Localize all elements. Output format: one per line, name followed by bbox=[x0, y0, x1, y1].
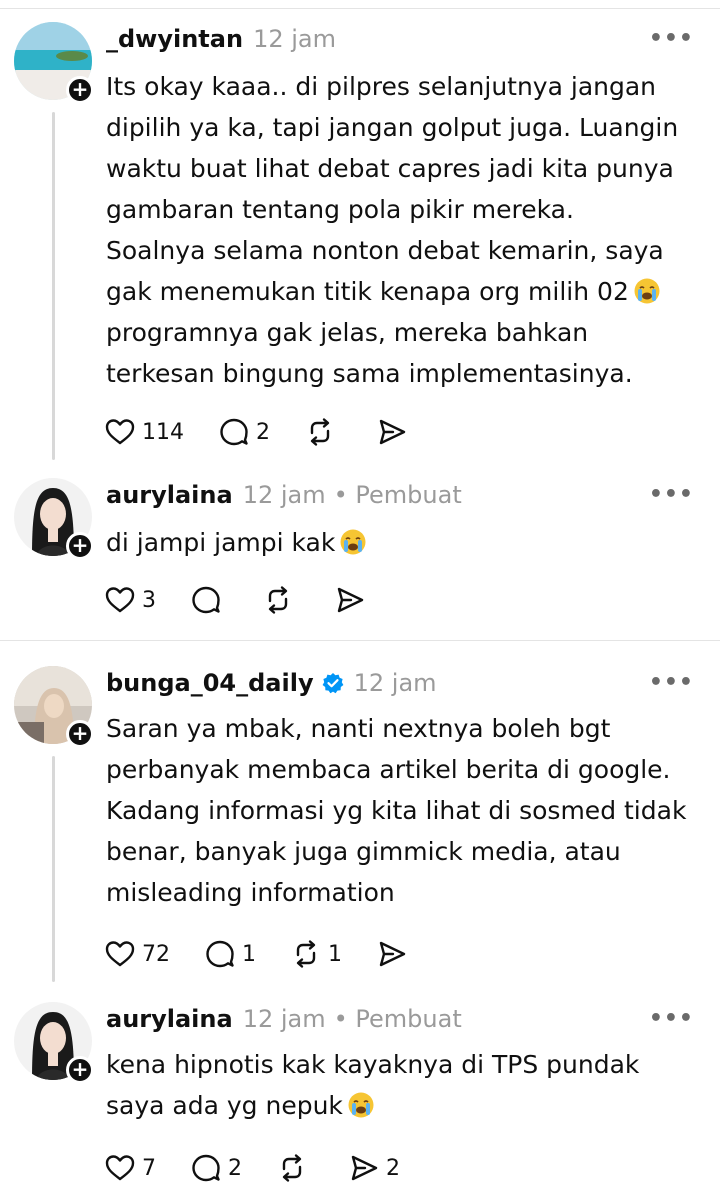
more-options-button[interactable]: ••• bbox=[649, 482, 694, 507]
timestamp: 12 jam bbox=[353, 669, 437, 697]
comment-body: kena hipnotis kak kayaknya di TPS pundak… bbox=[106, 1044, 706, 1126]
reply-button[interactable] bbox=[190, 584, 228, 616]
like-count: 72 bbox=[142, 941, 170, 967]
repost-icon bbox=[296, 940, 316, 968]
text-line-with-emoji: saya ada yg nepuk bbox=[106, 1085, 706, 1126]
username[interactable]: bunga_04_daily bbox=[106, 669, 314, 697]
repost-button[interactable]: 1 bbox=[290, 938, 342, 970]
comment-header: bunga_04_daily 12 jam bbox=[106, 666, 437, 700]
more-options-button[interactable]: ••• bbox=[649, 26, 694, 51]
more-options-button[interactable]: ••• bbox=[649, 670, 694, 695]
reply-button[interactable]: 1 bbox=[204, 938, 256, 970]
text-line: Its okay kaaa.. di pilpres selanjutnya j… bbox=[106, 72, 657, 101]
follow-plus-button[interactable]: + bbox=[66, 720, 94, 748]
username[interactable]: aurylaina bbox=[106, 481, 233, 509]
like-button[interactable]: 72 bbox=[104, 938, 170, 970]
send-icon bbox=[379, 941, 406, 967]
text-line: kena hipnotis kak kayaknya di TPS pundak bbox=[106, 1050, 640, 1079]
text-line: saya ada yg nepuk bbox=[106, 1091, 343, 1120]
action-bar: 72 1 1 bbox=[104, 936, 448, 972]
creator-tag: • Pembuat bbox=[333, 1005, 462, 1033]
heart-icon bbox=[105, 941, 135, 967]
reply-count: 1 bbox=[242, 941, 256, 967]
share-button[interactable] bbox=[376, 938, 414, 970]
share-button[interactable] bbox=[376, 416, 414, 448]
follow-plus-button[interactable]: + bbox=[66, 1056, 94, 1084]
text-line: dipilih ya ka, tapi jangan golput juga. … bbox=[106, 113, 679, 142]
comment-bubble-icon bbox=[192, 586, 220, 614]
top-divider bbox=[0, 8, 720, 9]
send-icon bbox=[351, 1155, 378, 1181]
repost-button[interactable] bbox=[304, 416, 342, 448]
more-options-button[interactable]: ••• bbox=[649, 1006, 694, 1031]
repost-icon bbox=[268, 586, 288, 614]
text-line: di jampi jampi kak bbox=[106, 528, 336, 557]
reply-count: 2 bbox=[256, 419, 270, 445]
text-line: terkesan bingung sama implementasinya. bbox=[106, 359, 633, 388]
thread-line bbox=[52, 756, 55, 982]
repost-button[interactable] bbox=[276, 1152, 314, 1184]
text-line: programnya gak jelas, mereka bahkan bbox=[106, 318, 589, 347]
comment-bubble-icon bbox=[206, 940, 234, 968]
like-button[interactable]: 3 bbox=[104, 584, 156, 616]
verified-badge-icon bbox=[322, 673, 344, 694]
text-line: gak menemukan titik kenapa org milih 02 bbox=[106, 277, 629, 306]
follow-plus-button[interactable]: + bbox=[66, 532, 94, 560]
follow-plus-button[interactable]: + bbox=[66, 76, 94, 104]
text-line: Saran ya mbak, nanti nextnya boleh bgt bbox=[106, 714, 611, 743]
text-line: misleading information bbox=[106, 878, 395, 907]
like-button[interactable]: 114 bbox=[104, 416, 184, 448]
username[interactable]: aurylaina bbox=[106, 1005, 233, 1033]
action-bar: 114 2 bbox=[104, 414, 448, 450]
action-bar: 3 bbox=[104, 582, 406, 618]
like-button[interactable]: 7 bbox=[104, 1152, 156, 1184]
text-line: perbanyak membaca artikel berita di goog… bbox=[106, 755, 671, 784]
username[interactable]: _dwyintan bbox=[106, 25, 243, 53]
comment-bubble-icon bbox=[220, 418, 248, 446]
heart-icon bbox=[105, 587, 135, 613]
text-line: Soalnya selama nonton debat kemarin, say… bbox=[106, 236, 664, 265]
creator-tag: • Pembuat bbox=[333, 481, 462, 509]
comment-header: aurylaina 12 jam • Pembuat bbox=[106, 478, 462, 512]
share-count: 2 bbox=[386, 1155, 400, 1181]
crying-face-icon bbox=[347, 1090, 375, 1118]
comment-header: aurylaina 12 jam • Pembuat bbox=[106, 1002, 462, 1036]
crying-face-icon bbox=[633, 276, 661, 304]
threads-replies-page: + _dwyintan 12 jam ••• Its okay kaaa.. d… bbox=[0, 0, 720, 1203]
timestamp: 12 jam bbox=[253, 25, 336, 53]
comment-header: _dwyintan 12 jam bbox=[106, 22, 336, 56]
crying-face-icon bbox=[339, 527, 367, 555]
heart-icon bbox=[105, 419, 135, 445]
comment-body: Its okay kaaa.. di pilpres selanjutnya j… bbox=[106, 66, 706, 394]
repost-icon bbox=[310, 418, 330, 446]
text-line: Kadang informasi yg kita lihat di sosmed… bbox=[106, 796, 687, 825]
reply-button[interactable]: 2 bbox=[218, 416, 270, 448]
comment-bubble-icon bbox=[192, 1154, 220, 1182]
timestamp: 12 jam bbox=[242, 1005, 326, 1033]
repost-count: 1 bbox=[328, 941, 342, 967]
share-button[interactable]: 2 bbox=[348, 1152, 400, 1184]
send-icon bbox=[379, 419, 406, 445]
timestamp: 12 jam bbox=[242, 481, 326, 509]
action-bar: 7 2 2 bbox=[104, 1150, 434, 1186]
text-line: benar, banyak juga gimmick media, atau bbox=[106, 837, 621, 866]
text-line-with-emoji: gak menemukan titik kenapa org milih 02 bbox=[106, 271, 706, 312]
send-icon bbox=[337, 587, 364, 613]
reply-count: 2 bbox=[228, 1155, 242, 1181]
like-count: 3 bbox=[142, 587, 156, 613]
thread-divider bbox=[0, 640, 720, 641]
text-line-with-emoji: di jampi jampi kak bbox=[106, 522, 706, 563]
heart-icon bbox=[105, 1155, 135, 1181]
share-button[interactable] bbox=[334, 584, 372, 616]
reply-button[interactable]: 2 bbox=[190, 1152, 242, 1184]
text-line: waktu buat lihat debat capres jadi kita … bbox=[106, 154, 674, 183]
repost-icon bbox=[282, 1154, 302, 1182]
like-count: 114 bbox=[142, 419, 184, 445]
text-line: gambaran tentang pola pikir mereka. bbox=[106, 195, 574, 224]
thread-line bbox=[52, 112, 55, 460]
comment-body: di jampi jampi kak bbox=[106, 522, 706, 563]
repost-button[interactable] bbox=[262, 584, 300, 616]
like-count: 7 bbox=[142, 1155, 156, 1181]
comment-body: Saran ya mbak, nanti nextnya boleh bgt p… bbox=[106, 708, 706, 913]
